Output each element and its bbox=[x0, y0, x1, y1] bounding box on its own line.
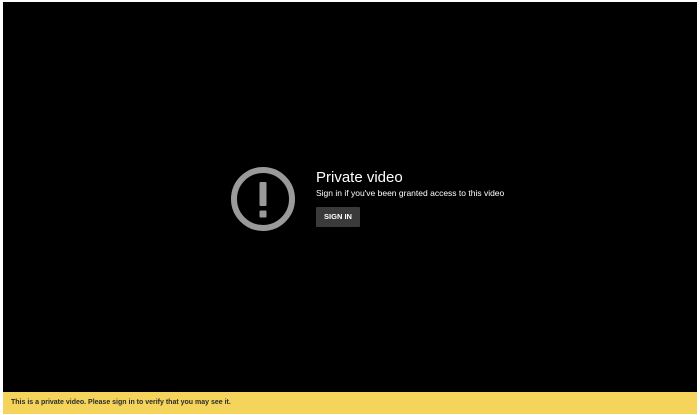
video-player: Private video Sign in if you've been gra… bbox=[3, 2, 697, 392]
sign-in-button[interactable]: SIGN IN bbox=[316, 207, 360, 227]
exclamation-circle-icon bbox=[231, 167, 295, 231]
private-video-subtitle: Sign in if you've been granted access to… bbox=[316, 188, 505, 198]
private-video-message: Private video Sign in if you've been gra… bbox=[229, 164, 529, 234]
page-frame: Private video Sign in if you've been gra… bbox=[0, 0, 700, 415]
notice-text: This is a private video. Please sign in … bbox=[11, 399, 231, 406]
private-video-notice: This is a private video. Please sign in … bbox=[3, 392, 697, 414]
private-video-title: Private video bbox=[316, 169, 403, 186]
